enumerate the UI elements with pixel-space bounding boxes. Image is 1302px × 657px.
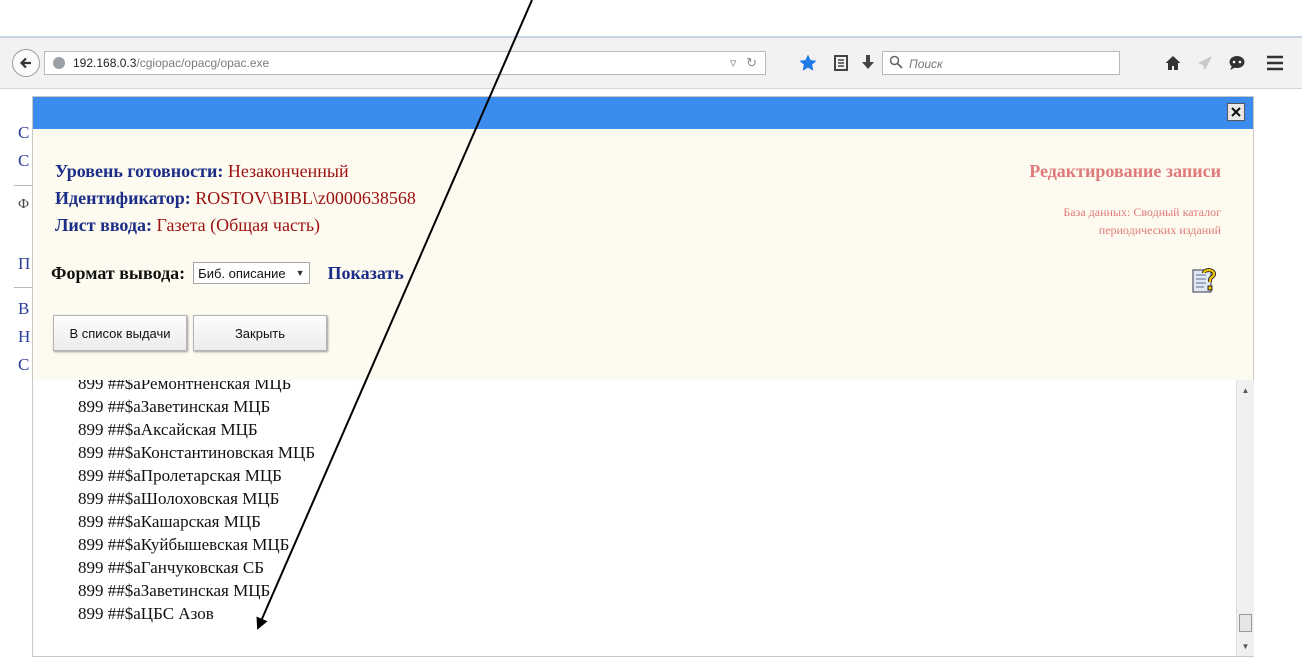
chat-bubble-icon[interactable] bbox=[1226, 52, 1248, 74]
record-line: 899 ##$aКонстантиновская МЦБ bbox=[78, 443, 316, 462]
bg-text: С bbox=[18, 355, 30, 374]
scroll-down-icon[interactable]: ▼ bbox=[1237, 638, 1254, 654]
record-line: 899 ##$aШолоховская МЦБ bbox=[78, 489, 280, 508]
search-box[interactable] bbox=[882, 51, 1120, 75]
share-icon[interactable] bbox=[1194, 52, 1216, 74]
input-sheet-label: Лист ввода: bbox=[55, 215, 153, 235]
bg-divider bbox=[14, 287, 32, 288]
output-format-select[interactable]: Биб. описание ▼ bbox=[193, 262, 310, 284]
bg-text: С bbox=[18, 123, 30, 142]
back-arrow-icon bbox=[19, 57, 31, 69]
record-line: 899 ##$aКашарская МЦБ bbox=[78, 512, 261, 531]
bg-text: Н bbox=[18, 327, 31, 346]
input-sheet-value: Газета (Общая часть) bbox=[156, 215, 321, 235]
search-input[interactable] bbox=[907, 54, 1111, 74]
output-format-label: Формат вывода: bbox=[51, 262, 186, 283]
record-line: 899 ##$aГанчуковская СБ bbox=[78, 558, 264, 577]
record-content[interactable]: 899 ##$aРемонтненская МЦБ 899 ##$aЗавети… bbox=[34, 380, 1254, 656]
record-line: 899 ##$aЗаветинская МЦБ bbox=[78, 397, 271, 416]
dialog-titlebar bbox=[33, 97, 1253, 129]
record-line: 899 ##$aЦБС Азов bbox=[78, 604, 214, 623]
record-edit-dialog: Уровень готовности: Незаконченный Иденти… bbox=[32, 96, 1254, 657]
edit-record-title: Редактирование записи bbox=[1029, 161, 1221, 181]
vertical-scrollbar[interactable]: ▲ ▼ bbox=[1236, 380, 1254, 656]
readiness-label: Уровень готовности: bbox=[55, 161, 224, 181]
back-button[interactable] bbox=[12, 49, 40, 77]
record-line: 899 ##$aЗаветинская МЦБ bbox=[78, 581, 271, 600]
record-line: 899 ##$aРемонтненская МЦБ bbox=[78, 380, 292, 393]
dialog-close-button[interactable] bbox=[1227, 103, 1245, 121]
chevron-down-icon: ▼ bbox=[295, 268, 305, 278]
identifier-row: Идентификатор: ROSTOV\BIBL\z0000638568 bbox=[55, 188, 416, 209]
show-link[interactable]: Показать bbox=[328, 263, 404, 284]
readiness-value: Незаконченный bbox=[227, 161, 349, 181]
close-icon bbox=[1231, 107, 1241, 117]
record-line: 899 ##$aКуйбышевская МЦБ bbox=[78, 535, 290, 554]
bg-text: Ф bbox=[18, 197, 30, 212]
database-label: База данных: Сводный каталог периодическ… bbox=[1063, 205, 1221, 237]
record-lines-list: 899 ##$aРемонтненская МЦБ 899 ##$aЗавети… bbox=[78, 380, 315, 625]
bookmark-star-icon[interactable] bbox=[797, 52, 819, 74]
hamburger-menu-icon[interactable] bbox=[1264, 52, 1286, 74]
output-format-row: Формат вывода: Биб. описание ▼ Показать bbox=[51, 261, 404, 285]
dropdown-history-icon[interactable]: ▿ bbox=[730, 55, 737, 70]
search-icon bbox=[889, 55, 903, 69]
bg-divider bbox=[14, 185, 32, 186]
scrollbar-thumb[interactable] bbox=[1239, 614, 1252, 632]
input-sheet-row: Лист ввода: Газета (Общая часть) bbox=[55, 215, 320, 236]
address-url: 192.168.0.3/cgiopac/opacg/opac.exe bbox=[73, 56, 270, 70]
download-icon[interactable] bbox=[857, 52, 879, 74]
identifier-value: ROSTOV\BIBL\z0000638568 bbox=[195, 188, 416, 208]
bg-text: С bbox=[18, 151, 30, 170]
site-globe-icon bbox=[53, 57, 65, 69]
record-line: 899 ##$aПролетарская МЦБ bbox=[78, 466, 282, 485]
bg-text: В bbox=[18, 299, 30, 318]
bg-text: П bbox=[18, 254, 31, 273]
home-icon[interactable] bbox=[1162, 52, 1184, 74]
readiness-row: Уровень готовности: Незаконченный bbox=[55, 161, 349, 182]
address-bar[interactable]: 192.168.0.3/cgiopac/opacg/opac.exe ▿ ↻ bbox=[44, 51, 766, 75]
close-button[interactable]: Закрыть bbox=[193, 315, 327, 351]
help-icon[interactable] bbox=[1191, 265, 1217, 295]
scroll-up-icon[interactable]: ▲ bbox=[1237, 382, 1254, 398]
identifier-label: Идентификатор: bbox=[55, 188, 191, 208]
reload-icon[interactable]: ↻ bbox=[746, 55, 757, 70]
record-line: 899 ##$aАксайская МЦБ bbox=[78, 420, 258, 439]
add-to-list-button[interactable]: В список выдачи bbox=[53, 315, 187, 351]
reading-list-icon[interactable] bbox=[830, 52, 852, 74]
